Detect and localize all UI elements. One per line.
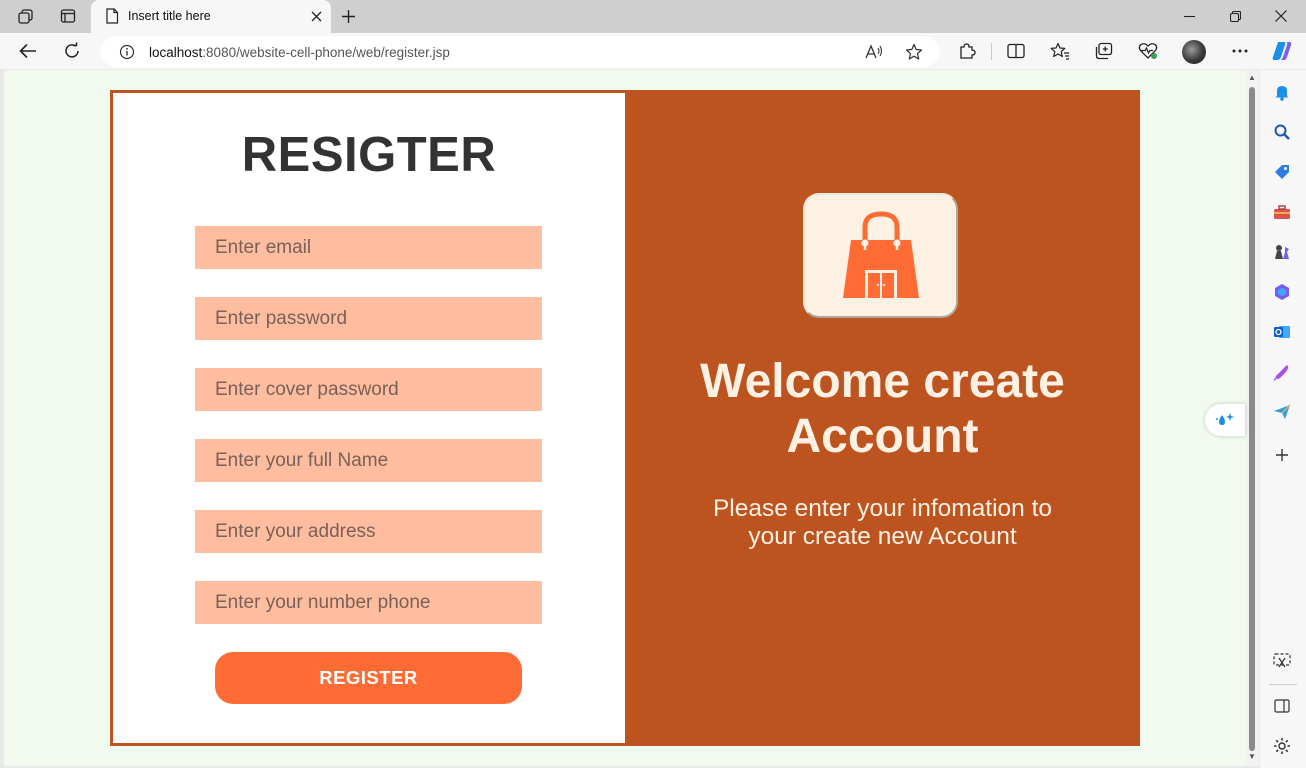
welcome-subtitle-line1: Please enter your infomation to xyxy=(712,495,1053,522)
welcome-panel: Welcome create Account Please enter your… xyxy=(625,90,1140,746)
welcome-heading-line2: Account xyxy=(786,410,979,463)
register-form: RESIGTER Enter email Enter password Ente… xyxy=(113,93,625,743)
confirm-password-field[interactable]: Enter cover password xyxy=(195,368,542,411)
restore-icon[interactable] xyxy=(1223,5,1247,27)
collections-icon[interactable] xyxy=(1092,39,1116,63)
heart-pulse-icon[interactable] xyxy=(1136,39,1160,63)
tab-actions-icon[interactable] xyxy=(55,5,81,27)
copilot-icon[interactable] xyxy=(1270,39,1294,63)
address-field[interactable]: Enter your address xyxy=(195,510,542,553)
scroll-up-icon[interactable]: ▲ xyxy=(1248,74,1256,82)
welcome-subtitle-line2: your create new Account xyxy=(748,523,1017,550)
plus-icon[interactable] xyxy=(1271,444,1293,466)
minimize-icon[interactable] xyxy=(1177,5,1201,27)
logo xyxy=(803,193,958,318)
info-icon[interactable] xyxy=(115,40,139,64)
title-bar: Insert title here xyxy=(0,0,1306,33)
screenshot-icon[interactable] xyxy=(1271,650,1293,672)
email-field[interactable]: Enter email xyxy=(195,226,542,269)
more-icon[interactable] xyxy=(1228,39,1252,63)
designer-icon[interactable] xyxy=(1271,361,1293,383)
tab-title: Insert title here xyxy=(128,9,211,23)
plus-icon[interactable] xyxy=(337,5,359,27)
page-icon xyxy=(99,5,125,27)
close-icon[interactable] xyxy=(308,8,324,24)
scrollbar-thumb[interactable] xyxy=(1249,87,1255,751)
read-aloud-icon[interactable] xyxy=(862,40,886,64)
star-icon[interactable] xyxy=(902,40,926,64)
search-icon[interactable] xyxy=(1271,121,1293,143)
puzzle-icon[interactable] xyxy=(955,39,979,63)
browser-sidebar xyxy=(1260,70,1306,768)
active-tab[interactable]: Insert title here xyxy=(91,0,331,33)
phone-field[interactable]: Enter your number phone xyxy=(195,581,542,624)
url-host: localhost xyxy=(149,45,203,60)
vertical-scrollbar[interactable]: ▲ ▼ xyxy=(1245,70,1259,766)
bell-icon[interactable] xyxy=(1271,81,1293,103)
full-name-field[interactable]: Enter your full Name xyxy=(195,439,542,482)
favorites-icon[interactable] xyxy=(1048,39,1072,63)
url-text[interactable]: localhost:8080/website-cell-phone/web/re… xyxy=(149,45,450,60)
sparkle-icon[interactable] xyxy=(1205,404,1245,436)
back-arrow-icon[interactable] xyxy=(16,39,40,63)
office-icon[interactable] xyxy=(1271,281,1293,303)
register-card: RESIGTER Enter email Enter password Ente… xyxy=(110,90,1140,746)
tag-icon[interactable] xyxy=(1271,161,1293,183)
register-button[interactable]: REGISTER xyxy=(215,652,522,704)
close-icon[interactable] xyxy=(1269,5,1293,27)
sidebar-toggle-icon[interactable] xyxy=(1271,695,1293,717)
welcome-heading: Welcome create Account xyxy=(625,354,1140,464)
workspaces-icon[interactable] xyxy=(13,5,39,27)
welcome-subtitle: Please enter your infomation to your cre… xyxy=(625,495,1140,551)
outlook-icon[interactable] xyxy=(1271,321,1293,343)
settings-icon[interactable] xyxy=(1271,735,1293,757)
welcome-heading-line1: Welcome create xyxy=(700,355,1065,408)
chess-icon[interactable] xyxy=(1271,241,1293,263)
url-path: :8080/website-cell-phone/web/register.js… xyxy=(202,45,450,60)
shopping-bag-icon xyxy=(842,210,919,298)
toolbox-icon[interactable] xyxy=(1271,201,1293,223)
toolbar: localhost:8080/website-cell-phone/web/re… xyxy=(0,33,1306,69)
avatar[interactable] xyxy=(1182,40,1206,64)
sidebar-divider xyxy=(1269,684,1297,685)
scroll-down-icon[interactable]: ▼ xyxy=(1248,753,1256,761)
address-bar[interactable]: localhost:8080/website-cell-phone/web/re… xyxy=(101,36,939,67)
toolbar-divider xyxy=(991,43,992,60)
refresh-icon[interactable] xyxy=(60,39,84,63)
split-screen-icon[interactable] xyxy=(1004,39,1028,63)
send-icon[interactable] xyxy=(1271,401,1293,423)
form-title: RESIGTER xyxy=(241,128,497,182)
password-field[interactable]: Enter password xyxy=(195,297,542,340)
